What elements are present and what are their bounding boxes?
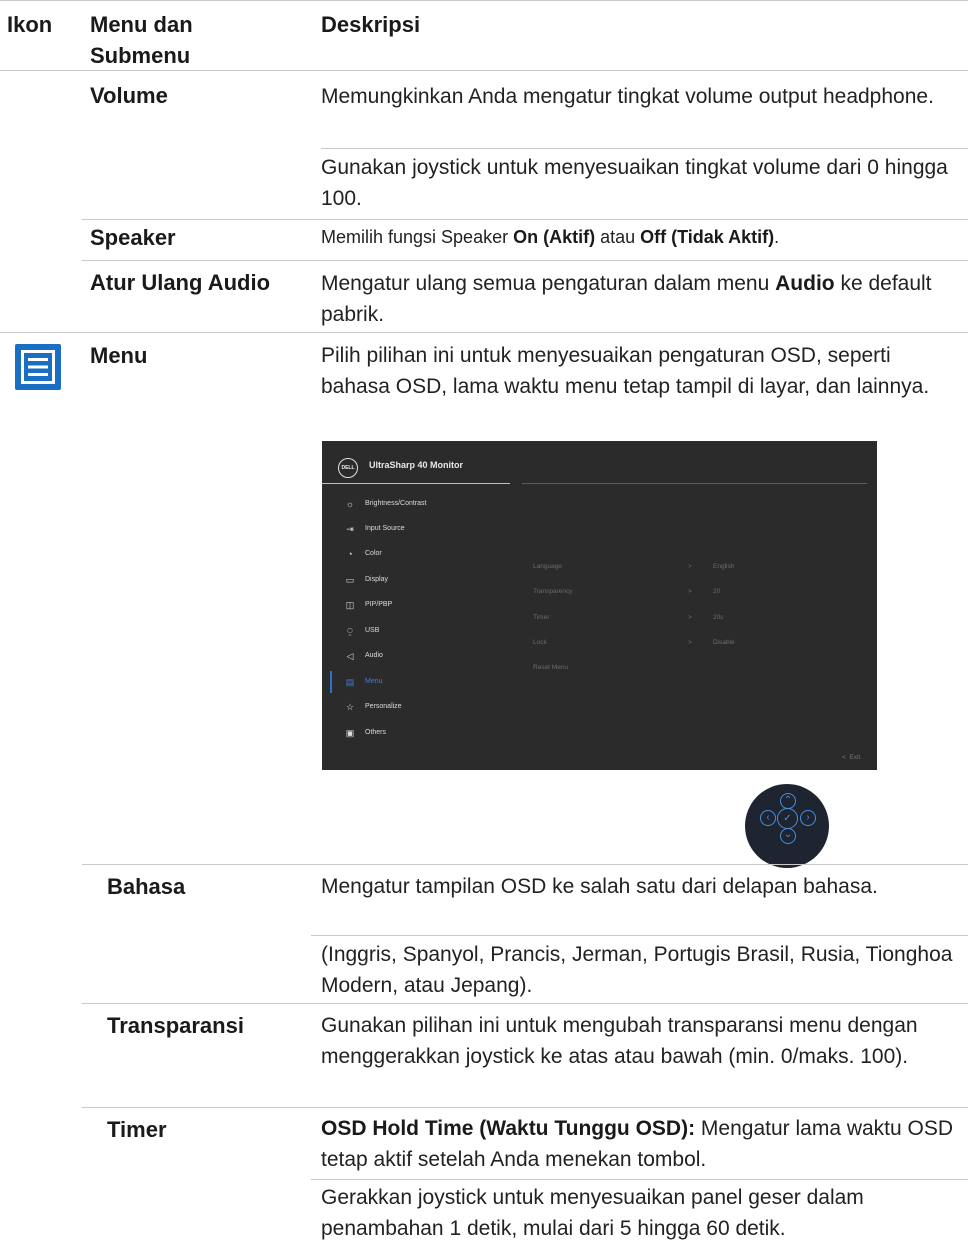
row-bahasa-name: Bahasa	[107, 874, 186, 899]
osd-item-input-source[interactable]: ⇥ Input Source	[345, 523, 505, 539]
row-timer-desc-1: OSD Hold Time (Waktu Tunggu OSD): Mengat…	[321, 1117, 954, 1171]
menu-list-icon	[15, 344, 61, 390]
header-ikon: Ikon	[7, 12, 53, 37]
osd-selection-bar	[330, 671, 332, 693]
row-timer-desc-2: Gerakkan joystick untuk menyesuaikan pan…	[321, 1186, 864, 1240]
row-volume-desc-2: Gunakan joystick untuk menyesuaikan ting…	[321, 156, 948, 210]
row-menu-desc: Pilih pilihan ini untuk menyesuaikan pen…	[321, 344, 930, 398]
joystick-icon: ⌃ ‹ ✓ › ⌄	[745, 784, 829, 868]
joystick-up-icon: ⌃	[780, 793, 796, 809]
row-volume-inner-divider	[321, 148, 968, 149]
star-icon: ☆	[345, 702, 355, 712]
header-menu-line2: Submenu	[90, 43, 191, 68]
row-speaker-name: Speaker	[90, 225, 176, 250]
header-menu-line1: Menu dan	[90, 12, 193, 37]
osd-item-color[interactable]: ◔ Color	[345, 548, 505, 564]
row-reset-audio-desc: Mengatur ulang semua pengaturan dalam me…	[321, 272, 932, 326]
osd-item-menu[interactable]: ▤ Menu	[345, 676, 505, 692]
joystick-ok-icon: ✓	[777, 808, 798, 829]
row-divider	[82, 219, 968, 220]
row-bahasa-desc-2: (Inggris, Spanyol, Prancis, Jerman, Port…	[321, 943, 953, 997]
row-transparansi-name: Transparansi	[107, 1013, 244, 1038]
joystick-down-icon: ⌄	[780, 828, 796, 844]
osd-setting-timer[interactable]: Timer >20s	[533, 614, 863, 626]
speaker-icon: ◁	[346, 651, 354, 661]
input-icon: ⇥	[346, 524, 354, 534]
row-bahasa-inner-divider	[311, 935, 968, 936]
osd-item-pip-pbp[interactable]: ◫ PIP/PBP	[345, 599, 505, 615]
osd-setting-lock[interactable]: Lock > Disable	[533, 639, 863, 651]
row-divider	[82, 260, 968, 261]
joystick-right-icon: ›	[800, 810, 816, 826]
menu-icon: ▤	[345, 677, 355, 687]
osd-divider-left	[322, 483, 510, 484]
osd-divider-right	[522, 483, 867, 484]
osd-title: UltraSharp 40 Monitor	[369, 460, 464, 470]
row-speaker-desc: Memilih fungsi Speaker On (Aktif) atau O…	[321, 227, 780, 247]
row-transparansi-desc: Gunakan pilihan ini untuk mengubah trans…	[321, 1014, 918, 1068]
row-volume-name: Volume	[90, 83, 168, 108]
row-timer-name: Timer	[107, 1117, 167, 1142]
row-divider	[82, 1107, 968, 1108]
chevron-left-icon: <	[842, 754, 846, 761]
osd-item-usb[interactable]: ⍜ USB	[345, 625, 505, 641]
osd-setting-language[interactable]: Language > English	[533, 563, 863, 575]
row-reset-audio-name: Atur Ulang Audio	[90, 270, 271, 295]
joystick-left-icon: ‹	[760, 810, 776, 826]
osd-item-brightness[interactable]: ☼ Brightness/Contrast	[345, 498, 505, 514]
osd-screenshot: DELL UltraSharp 40 Monitor ☼ Brightness/C…	[322, 441, 877, 770]
usb-icon: ⍜	[347, 626, 353, 636]
osd-item-display[interactable]: ▭ Display	[345, 574, 505, 590]
section-divider	[0, 332, 968, 333]
row-volume-desc-1: Memungkinkan Anda mengatur tingkat volum…	[321, 85, 934, 108]
header-divider	[0, 70, 968, 71]
osd-exit[interactable]: < Exit	[842, 754, 860, 761]
row-menu-name: Menu	[90, 343, 148, 368]
others-icon: ▣	[345, 728, 355, 738]
osd-setting-reset-menu[interactable]: Reset Menu	[533, 664, 863, 676]
header-deskripsi: Deskripsi	[321, 12, 421, 37]
pip-icon: ◫	[345, 600, 355, 610]
osd-item-audio[interactable]: ◁ Audio	[345, 650, 505, 666]
osd-item-others[interactable]: ▣ Others	[345, 727, 505, 743]
row-divider	[82, 1003, 968, 1004]
display-icon: ▭	[345, 575, 355, 585]
row-divider	[82, 864, 968, 865]
osd-item-personalize[interactable]: ☆ Personalize	[345, 701, 505, 717]
table-top-border	[0, 0, 968, 1]
palette-icon: ◔	[347, 549, 353, 559]
row-bahasa-desc-1: Mengatur tampilan OSD ke salah satu dari…	[321, 875, 878, 898]
dell-logo: DELL	[338, 458, 358, 478]
sun-icon: ☼	[345, 499, 355, 509]
row-timer-inner-divider	[311, 1179, 968, 1180]
osd-setting-transparency[interactable]: Transparency >20	[533, 588, 863, 600]
